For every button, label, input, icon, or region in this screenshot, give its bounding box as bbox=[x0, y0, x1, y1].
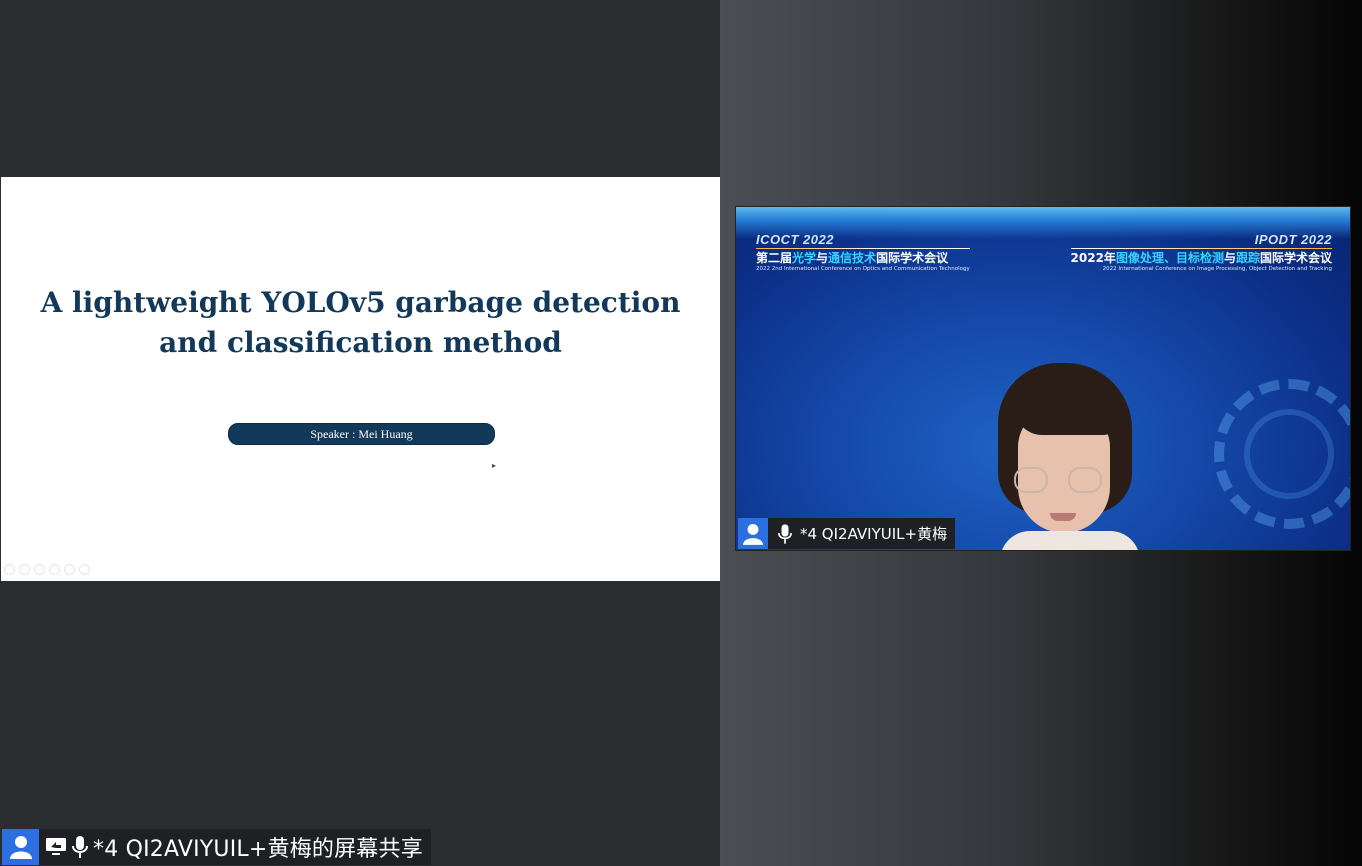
divider bbox=[756, 248, 970, 249]
slide-title-line-2: and classification method bbox=[159, 326, 562, 359]
slide-title-line-1: A lightweight YOLOv5 garbage detection bbox=[40, 286, 681, 319]
screen-share-owner-name: *4 QI2AVIYUIL+黄梅的屏幕共享 bbox=[93, 837, 423, 862]
decorative-ring-inner bbox=[1244, 409, 1334, 499]
previous-slide-icon[interactable] bbox=[4, 564, 15, 575]
pen-icon[interactable] bbox=[34, 564, 45, 575]
zoom-icon[interactable] bbox=[64, 564, 75, 575]
microphone-icon bbox=[774, 523, 796, 544]
slides-icon[interactable] bbox=[49, 564, 60, 575]
conference-left-subtitle: 2022 2nd International Conference on Opt… bbox=[756, 266, 970, 272]
screen-share-icon bbox=[43, 837, 69, 857]
speaker-video-feed bbox=[984, 363, 1144, 550]
conference-right-banner: IPODT 2022 2022年图像处理、目标检测与跟踪国际学术会议 2022 … bbox=[1070, 232, 1332, 273]
participant-name-label: *4 QI2AVIYUIL+黄梅 bbox=[738, 518, 956, 549]
divider bbox=[1070, 248, 1332, 249]
conference-right-name: 2022年图像处理、目标检测与跟踪国际学术会议 bbox=[1070, 251, 1332, 265]
conference-left-banner: ICOCT 2022 第二届光学与通信技术国际学术会议 2022 2nd Int… bbox=[756, 233, 970, 273]
shared-screen-pane: A lightweight YOLOv5 garbage detection a… bbox=[0, 0, 720, 866]
conference-left-name: 第二届光学与通信技术国际学术会议 bbox=[756, 251, 949, 265]
microphone-icon bbox=[69, 836, 91, 858]
user-icon bbox=[738, 518, 768, 549]
conference-right-code: IPODT 2022 bbox=[1254, 232, 1332, 247]
conference-left-code: ICOCT 2022 bbox=[756, 232, 834, 247]
conference-right-subtitle: 2022 International Conference on Image P… bbox=[1102, 266, 1332, 272]
screen-share-label: *4 QI2AVIYUIL+黄梅的屏幕共享 bbox=[2, 829, 431, 865]
more-options-icon[interactable] bbox=[79, 564, 90, 575]
participant-name: *4 QI2AVIYUIL+黄梅 bbox=[800, 525, 948, 543]
presentation-slide: A lightweight YOLOv5 garbage detection a… bbox=[1, 177, 720, 581]
slide-title: A lightweight YOLOv5 garbage detection a… bbox=[1, 283, 720, 363]
speaker-label: Speaker : Mei Huang bbox=[228, 423, 495, 445]
next-slide-icon[interactable] bbox=[19, 564, 30, 575]
mouse-cursor-icon: ▸ bbox=[492, 461, 497, 470]
slideshow-controls[interactable] bbox=[4, 564, 90, 578]
participant-video-tile[interactable]: ICOCT 2022 第二届光学与通信技术国际学术会议 2022 2nd Int… bbox=[735, 206, 1351, 551]
user-icon bbox=[2, 829, 39, 865]
